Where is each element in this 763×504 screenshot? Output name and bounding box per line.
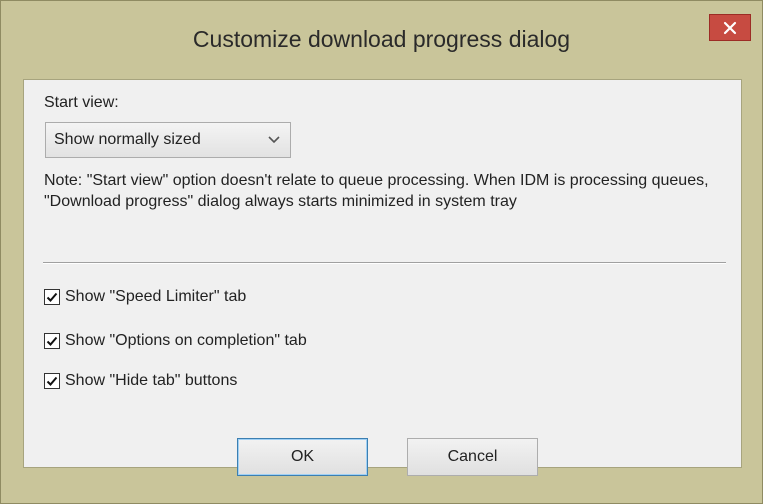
separator bbox=[43, 262, 726, 264]
dialog-window: Customize download progress dialog Start… bbox=[0, 0, 763, 504]
checkbox-box[interactable] bbox=[44, 333, 60, 349]
options-on-completion-tab-checkbox[interactable]: Show "Options on completion" tab bbox=[44, 330, 307, 352]
checkmark-icon bbox=[46, 292, 58, 302]
checkbox-label: Show "Speed Limiter" tab bbox=[65, 288, 247, 305]
checkbox-label: Show "Options on completion" tab bbox=[65, 332, 307, 349]
close-icon bbox=[723, 21, 737, 34]
chevron-down-icon bbox=[268, 136, 280, 144]
close-button[interactable] bbox=[709, 14, 751, 41]
title-bar[interactable]: Customize download progress dialog bbox=[2, 2, 761, 80]
dialog-content: Start view: Show normally sized Note: "S… bbox=[23, 79, 742, 476]
checkbox-box[interactable] bbox=[44, 373, 60, 389]
ok-button[interactable]: OK bbox=[237, 438, 368, 476]
checkmark-icon bbox=[46, 376, 58, 386]
speed-limiter-tab-checkbox[interactable]: Show "Speed Limiter" tab bbox=[44, 286, 246, 308]
start-view-label: Start view: bbox=[44, 94, 119, 111]
checkbox-box[interactable] bbox=[44, 289, 60, 305]
start-view-dropdown[interactable]: Show normally sized bbox=[45, 122, 291, 158]
window-title: Customize download progress dialog bbox=[192, 26, 571, 52]
hide-tab-buttons-checkbox[interactable]: Show "Hide tab" buttons bbox=[44, 370, 237, 392]
start-view-selected-value: Show normally sized bbox=[54, 131, 201, 148]
note-text: Note: "Start view" option doesn't relate… bbox=[44, 172, 709, 210]
checkbox-label: Show "Hide tab" buttons bbox=[65, 372, 238, 389]
checkmark-icon bbox=[46, 336, 58, 346]
cancel-button[interactable]: Cancel bbox=[407, 438, 538, 476]
